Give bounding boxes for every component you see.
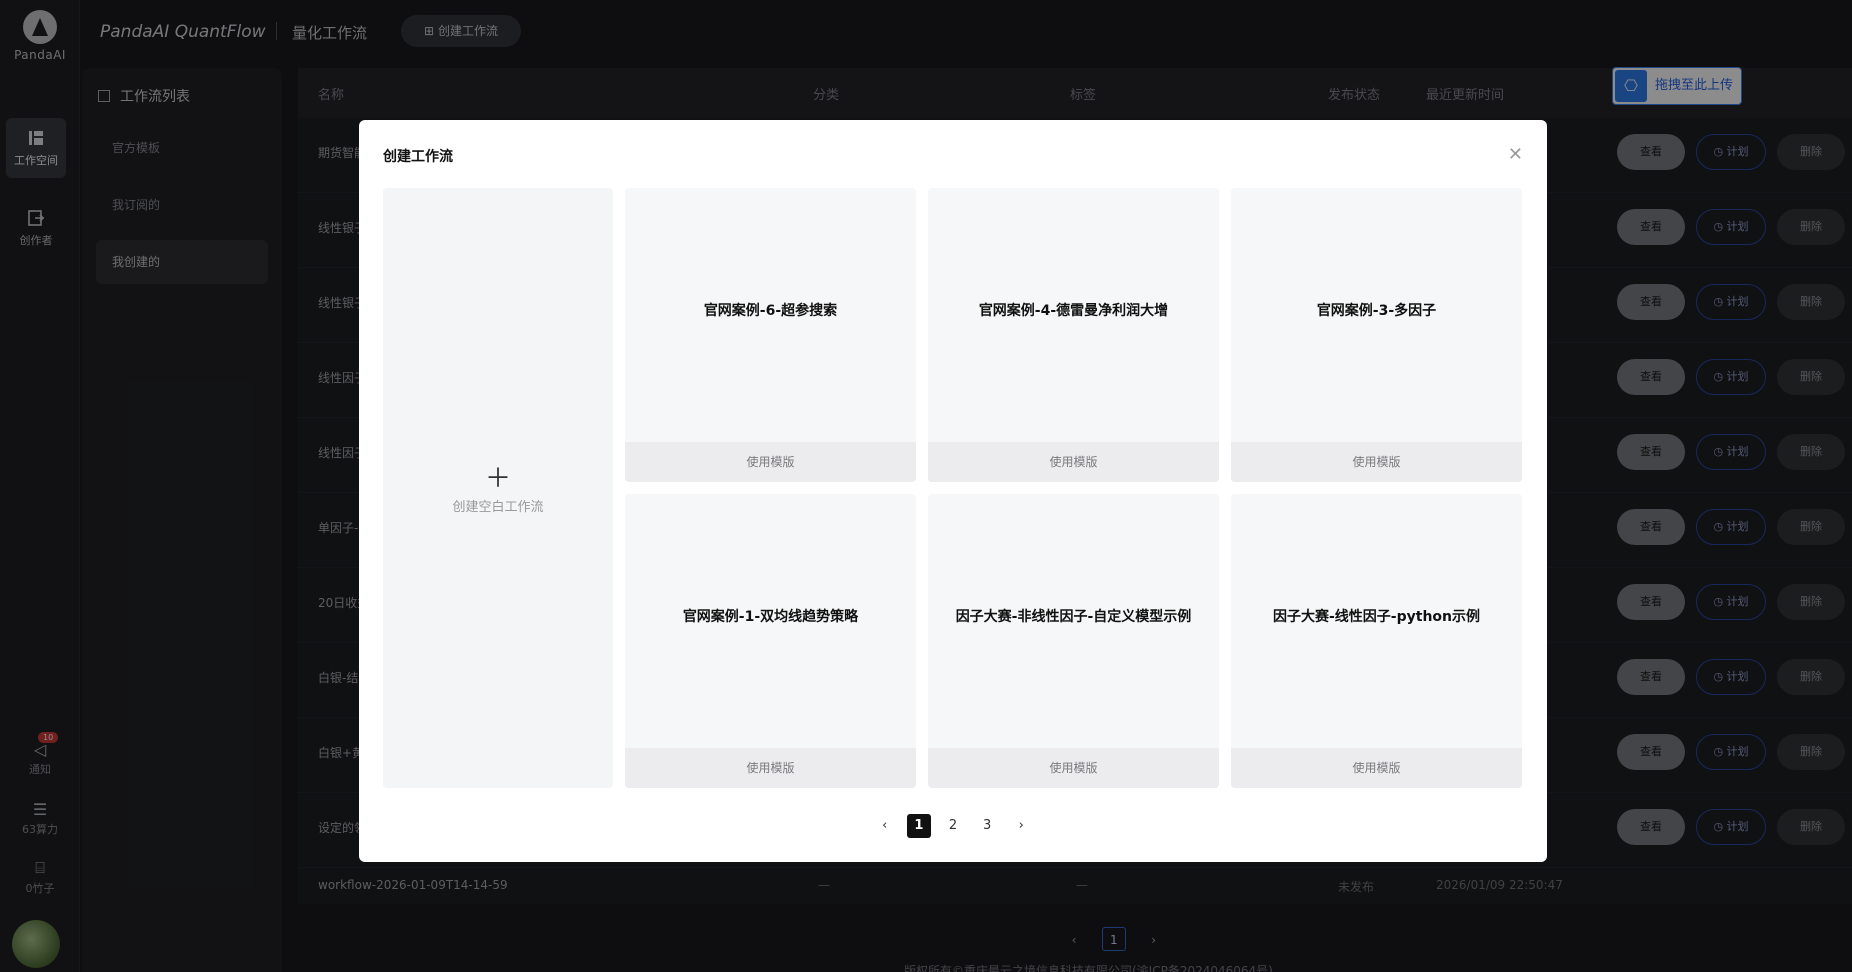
page-button[interactable]: 2 xyxy=(941,814,965,838)
page-button[interactable]: 1 xyxy=(906,814,931,838)
modal-title: 创建工作流 xyxy=(383,149,453,165)
template-name: 因子大赛-线性因子-python示例 xyxy=(1272,609,1480,625)
use-template-button[interactable]: 使用模版 xyxy=(625,748,916,788)
blank-workflow-label: 创建空白工作流 xyxy=(452,500,544,515)
next-page-icon[interactable]: › xyxy=(1009,814,1033,838)
template-card[interactable]: 官网案例-1-双均线趋势策略 使用模版 xyxy=(625,494,916,788)
template-name: 因子大赛-非线性因子-自定义模型示例 xyxy=(955,609,1192,625)
use-template-button[interactable]: 使用模版 xyxy=(625,442,916,482)
prev-page-icon[interactable]: ‹ xyxy=(873,814,897,838)
use-template-button[interactable]: 使用模版 xyxy=(928,748,1219,788)
use-template-button[interactable]: 使用模版 xyxy=(928,442,1219,482)
modal-pagination: ‹ 1 2 3 › xyxy=(359,814,1547,838)
template-name: 官网案例-4-德雷曼净利润大增 xyxy=(978,303,1169,319)
template-card[interactable]: 官网案例-4-德雷曼净利润大增 使用模版 xyxy=(928,188,1219,482)
create-workflow-modal: 创建工作流 ✕ ＋ 创建空白工作流 官网案例-6-超参搜索 使用模版 官网案例-… xyxy=(359,120,1547,862)
use-template-button[interactable]: 使用模版 xyxy=(1231,442,1522,482)
template-name: 官网案例-6-超参搜索 xyxy=(703,303,838,319)
create-blank-workflow-card[interactable]: ＋ 创建空白工作流 xyxy=(383,188,613,788)
use-template-button[interactable]: 使用模版 xyxy=(1231,748,1522,788)
page-button[interactable]: 3 xyxy=(975,814,999,838)
template-card[interactable]: 官网案例-3-多因子 使用模版 xyxy=(1231,188,1522,482)
template-card[interactable]: 官网案例-6-超参搜索 使用模版 xyxy=(625,188,916,482)
template-name: 官网案例-3-多因子 xyxy=(1316,303,1437,319)
plus-icon: ＋ xyxy=(484,464,511,494)
close-icon[interactable]: ✕ xyxy=(1508,144,1523,165)
template-name: 官网案例-1-双均线趋势策略 xyxy=(682,609,859,625)
template-card[interactable]: 因子大赛-非线性因子-自定义模型示例 使用模版 xyxy=(928,494,1219,788)
template-card[interactable]: 因子大赛-线性因子-python示例 使用模版 xyxy=(1231,494,1522,788)
